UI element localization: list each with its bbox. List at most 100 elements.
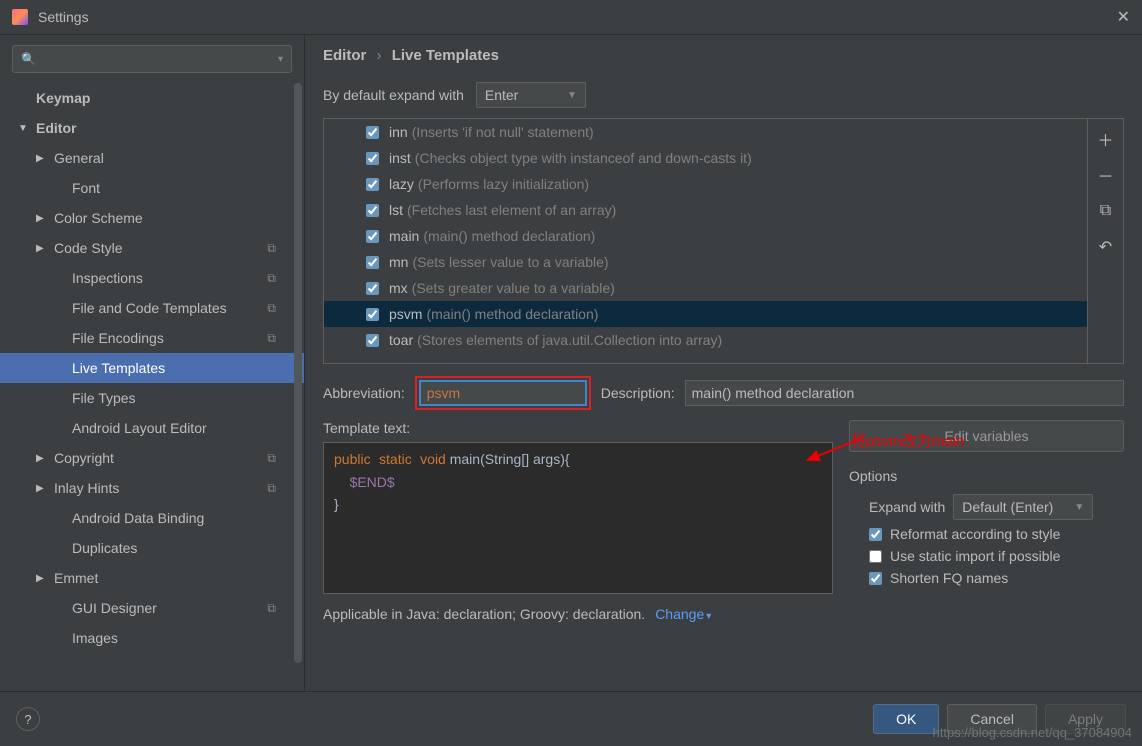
sidebar-item-file-and-code-templates[interactable]: File and Code Templates⧉: [0, 293, 304, 323]
tool-column: ＋ － ⧉ ↶: [1087, 119, 1123, 363]
search-input[interactable]: 🔍 ▾: [12, 45, 292, 73]
tree-item-label: File Types: [72, 390, 136, 406]
sidebar-item-duplicates[interactable]: Duplicates: [0, 533, 304, 563]
template-desc: (Inserts 'if not null' statement): [412, 124, 594, 140]
opt-shorten-fq[interactable]: Shorten FQ names: [849, 570, 1124, 586]
desc-label: Description:: [601, 385, 675, 401]
template-row-inst[interactable]: inst (Checks object type with instanceof…: [324, 145, 1087, 171]
template-abbr: mx: [389, 280, 408, 296]
template-row-lazy[interactable]: lazy (Performs lazy initialization): [324, 171, 1087, 197]
template-checkbox[interactable]: [366, 126, 379, 139]
sidebar-item-code-style[interactable]: Code Style⧉: [0, 233, 304, 263]
sidebar-item-live-templates[interactable]: Live Templates: [0, 353, 304, 383]
sidebar-item-editor[interactable]: Editor: [0, 113, 304, 143]
chevron-down-icon: ▾: [278, 54, 283, 65]
tree-item-label: GUI Designer: [72, 600, 157, 616]
scrollbar[interactable]: [294, 83, 302, 663]
desc-input[interactable]: [685, 380, 1124, 406]
breadcrumb-sep: ›: [377, 47, 382, 64]
template-desc: (main() method declaration): [423, 228, 595, 244]
tree-item-label: Emmet: [54, 570, 98, 586]
sidebar-item-android-data-binding[interactable]: Android Data Binding: [0, 503, 304, 533]
copy-icon[interactable]: ⧉: [1094, 199, 1118, 223]
sidebar-item-general[interactable]: General: [0, 143, 304, 173]
template-code[interactable]: public static void main(String[] args){ …: [323, 442, 833, 594]
tree-item-label: Keymap: [36, 90, 90, 106]
tree-arrow-icon: [36, 243, 50, 254]
template-checkbox[interactable]: [366, 256, 379, 269]
change-link[interactable]: Change▾: [655, 606, 711, 622]
chevron-down-icon: ▼: [567, 90, 577, 101]
tree-item-label: General: [54, 150, 104, 166]
template-row-main[interactable]: main (main() method declaration): [324, 223, 1087, 249]
breadcrumb-editor: Editor: [323, 47, 366, 64]
tree-arrow-icon: [36, 153, 50, 164]
shorten-fq-checkbox[interactable]: [869, 572, 882, 585]
sidebar-item-emmet[interactable]: Emmet: [0, 563, 304, 593]
template-abbr: toar: [389, 332, 413, 348]
ok-button[interactable]: OK: [873, 704, 939, 734]
tree-arrow-icon: [36, 573, 50, 584]
sidebar-item-images[interactable]: Images: [0, 623, 304, 653]
template-abbr: lazy: [389, 176, 414, 192]
close-icon[interactable]: ✕: [1117, 7, 1130, 27]
tree-item-label: Inlay Hints: [54, 480, 119, 496]
template-row-mx[interactable]: mx (Sets greater value to a variable): [324, 275, 1087, 301]
add-icon[interactable]: ＋: [1094, 127, 1118, 151]
opt-reformat[interactable]: Reformat according to style: [849, 526, 1124, 542]
copy-icon: ⧉: [267, 601, 276, 616]
undo-icon[interactable]: ↶: [1094, 235, 1118, 259]
expand-with-label: Expand with: [869, 499, 945, 515]
tree-arrow-icon: [36, 483, 50, 494]
sidebar-item-font[interactable]: Font: [0, 173, 304, 203]
options-title: Options: [849, 468, 1124, 484]
sidebar-item-file-encodings[interactable]: File Encodings⧉: [0, 323, 304, 353]
template-checkbox[interactable]: [366, 204, 379, 217]
sidebar: 🔍 ▾ KeymapEditorGeneralFontColor SchemeC…: [0, 35, 305, 691]
template-abbr: psvm: [389, 306, 422, 322]
remove-icon[interactable]: －: [1094, 163, 1118, 187]
template-checkbox[interactable]: [366, 178, 379, 191]
template-checkbox[interactable]: [366, 308, 379, 321]
main-panel: Editor › Live Templates By default expan…: [305, 35, 1142, 691]
sidebar-item-color-scheme[interactable]: Color Scheme: [0, 203, 304, 233]
template-checkbox[interactable]: [366, 282, 379, 295]
sidebar-item-android-layout-editor[interactable]: Android Layout Editor: [0, 413, 304, 443]
sidebar-item-inlay-hints[interactable]: Inlay Hints⧉: [0, 473, 304, 503]
template-row-psvm[interactable]: psvm (main() method declaration): [324, 301, 1087, 327]
tree-item-label: Duplicates: [72, 540, 137, 556]
template-abbr: inst: [389, 150, 411, 166]
templates-list: inn (Inserts 'if not null' statement)ins…: [324, 119, 1087, 363]
template-row-mn[interactable]: mn (Sets lesser value to a variable): [324, 249, 1087, 275]
template-desc: (Checks object type with instanceof and …: [415, 150, 752, 166]
applicable-text: Applicable in Java: declaration; Groovy:…: [323, 606, 645, 622]
watermark: https://blog.csdn.net/qq_37084904: [933, 725, 1133, 740]
opt-static-import[interactable]: Use static import if possible: [849, 548, 1124, 564]
reformat-checkbox[interactable]: [869, 528, 882, 541]
template-checkbox[interactable]: [366, 230, 379, 243]
tree-item-label: Editor: [36, 120, 76, 136]
help-button[interactable]: ?: [16, 707, 40, 731]
template-row-inn[interactable]: inn (Inserts 'if not null' statement): [324, 119, 1087, 145]
sidebar-item-gui-designer[interactable]: GUI Designer ⧉: [0, 593, 304, 623]
sidebar-item-copyright[interactable]: Copyright⧉: [0, 443, 304, 473]
edit-area: Abbreviation: Description: Template text…: [323, 376, 1124, 622]
template-abbr: lst: [389, 202, 403, 218]
template-row-lst[interactable]: lst (Fetches last element of an array): [324, 197, 1087, 223]
expand-with-select[interactable]: Default (Enter) ▼: [953, 494, 1093, 520]
expand-select[interactable]: Enter ▼: [476, 82, 586, 108]
sidebar-item-inspections[interactable]: Inspections⧉: [0, 263, 304, 293]
annotation-arrow-icon: [805, 435, 865, 465]
tree-item-label: Android Data Binding: [72, 510, 204, 526]
templates-container: inn (Inserts 'if not null' statement)ins…: [323, 118, 1124, 364]
template-checkbox[interactable]: [366, 152, 379, 165]
template-checkbox[interactable]: [366, 334, 379, 347]
sidebar-item-file-types[interactable]: File Types: [0, 383, 304, 413]
template-desc: (Performs lazy initialization): [418, 176, 589, 192]
abbr-input[interactable]: [419, 380, 587, 406]
static-import-checkbox[interactable]: [869, 550, 882, 563]
sidebar-item-keymap[interactable]: Keymap: [0, 83, 304, 113]
template-row-toar[interactable]: toar (Stores elements of java.util.Colle…: [324, 327, 1087, 353]
search-field[interactable]: [40, 52, 278, 67]
tree-arrow-icon: [36, 213, 50, 224]
